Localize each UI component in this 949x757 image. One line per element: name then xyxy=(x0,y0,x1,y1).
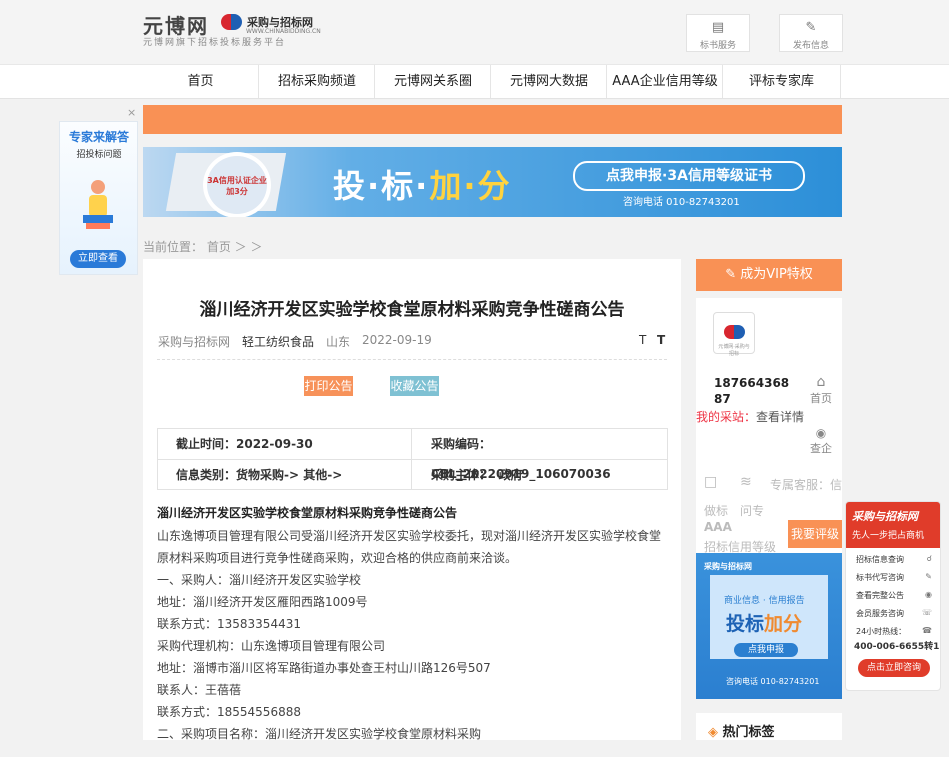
expert-answer-ad[interactable]: 专家来解答 招投标问题 立即查看 xyxy=(59,121,138,275)
left-ad-subtitle: 招投标问题 xyxy=(76,150,122,160)
company-phone: 18766436887 xyxy=(714,376,790,406)
header: 元博网 元博网旗下招标投标服务平台 采购与招标网 WWW.CHINABIDDIN… xyxy=(0,0,949,64)
consult-float-widget[interactable]: 采购与招标网 先人一步把占商机 招标信息查询 ☌ 标书代写咨询 ✎ 查看完整公告 ◉ … xyxy=(845,501,941,691)
body-line: 原材料采购项目进行竞争性磋商采购，欢迎合格的供应商前来洽谈。 xyxy=(157,551,518,565)
bid-write-link[interactable]: 做标 xyxy=(704,502,728,519)
ad-badge: 3A信用认证企业 加3分 xyxy=(207,176,267,196)
body-line: 采购代理机构：山东逸博项目管理有限公司 xyxy=(157,639,386,653)
right-ad-title: 投标加分 xyxy=(726,613,803,635)
exclusive-service[interactable]: 专属客服：信 xyxy=(770,476,842,493)
home-icon: ⌂ xyxy=(816,374,826,390)
ask-expert-link[interactable]: 问专 xyxy=(740,502,764,519)
nav-item-big-data[interactable]: 元博网大数据 xyxy=(490,65,607,98)
hot-tags-title: ◈ 热门标签 xyxy=(708,725,775,740)
folder-icon[interactable]: □ xyxy=(704,474,717,490)
left-ad-title: 专家来解答 xyxy=(68,130,129,144)
pen-icon: ✎ xyxy=(925,572,932,581)
footer-shadow xyxy=(0,740,949,757)
subject-label: 采购主体： xyxy=(431,468,492,482)
site-logo-tagline: 元博网旗下招标投标服务平台 xyxy=(143,38,287,48)
info-table: 截止时间：2022-09-30 采购编码：CBL_20220919_106070… xyxy=(157,428,668,490)
ad-title: 投·标·加·分 xyxy=(333,167,512,205)
body-title: 淄川经济开发区实验学校食堂原材料采购竞争性磋商公告 xyxy=(157,506,458,520)
bid-service-button[interactable]: ▤ 标书服务 xyxy=(686,14,750,52)
body-line: 地址：淄博市淄川区将军路街道办事处查王村山川路126号507 xyxy=(157,661,491,675)
bid-service-label: 标书服务 xyxy=(699,41,736,51)
meta-region[interactable]: 山东 xyxy=(326,333,350,350)
main-nav: 首页 招标采购频道 元博网关系圈 元博网大数据 AAA企业信用等级 评标专家库 xyxy=(0,64,949,99)
body-line: 一、采购人：淄川经济开发区实验学校 xyxy=(157,573,362,587)
float-item-member-service[interactable]: 会员服务咨询 ☏ xyxy=(856,608,938,619)
float-item-bid-write[interactable]: 标书代写咨询 ✎ xyxy=(856,572,938,583)
nav-item-credit-rating[interactable]: AAA企业信用等级 xyxy=(606,65,723,98)
edit-icon: ✎ xyxy=(805,20,817,35)
float-widget-header: 采购与招标网 先人一步把占商机 xyxy=(846,502,940,548)
search-icon: ☌ xyxy=(926,554,932,563)
right-ad-subtitle: 商业信息 · 信用报告 xyxy=(724,596,805,606)
body-line: 地址：淄川经济开发区雁阳西路1009号 xyxy=(157,595,368,609)
phone-icon: ☎ xyxy=(922,626,932,635)
rate-button[interactable]: 我要评级 xyxy=(788,520,842,548)
company-card: 元博网·采购与招标 18766436887 ⌂ 首页 我的采站：查看详情 ◉ 查企 … xyxy=(696,298,842,560)
right-ad-apply-button[interactable]: 点我申报 xyxy=(734,643,798,657)
chinabidding-logo-icon xyxy=(221,12,243,32)
right-ad-logo: 采购与招标网 xyxy=(704,562,752,571)
meta-category[interactable]: 轻工纺织食品 xyxy=(242,333,314,350)
font-large-toggle[interactable]: T xyxy=(657,333,665,347)
company-logo[interactable]: 元博网·采购与招标 xyxy=(713,312,755,357)
check-company-link[interactable]: ◉ 查企 xyxy=(806,426,836,456)
nav-item-relations[interactable]: 元博网关系圈 xyxy=(374,65,491,98)
become-vip-button[interactable]: ✎ 成为VIP特权 xyxy=(696,259,842,291)
nav-item-expert-library[interactable]: 评标专家库 xyxy=(722,65,841,98)
vip-edit-icon: ✎ xyxy=(725,267,741,282)
info-category: 信息类别：货物采购-> 其他-> xyxy=(176,468,343,482)
right-ad-phone: 咨询电话 010-82743201 xyxy=(726,677,820,686)
body-line: 联系人：王蓓蓓 xyxy=(157,683,242,697)
float-hotline-number: 400-006-6655转1 xyxy=(854,642,940,652)
nav-item-bidding-channel[interactable]: 招标采购频道 xyxy=(258,65,375,98)
body-line: 联系方式：18554556888 xyxy=(157,705,301,719)
body-line: 山东逸博项目管理有限公司受淄川经济开发区实验学校委托，现对淄川经济开发区实验学校… xyxy=(157,529,662,543)
article-panel: 淄川经济开发区实验学校食堂原材料采购竞争性磋商公告 采购与招标网 轻工纺织食品 … xyxy=(143,259,681,757)
publish-info-label: 发布信息 xyxy=(792,41,829,51)
float-item-bid-search[interactable]: 招标信息查询 ☌ xyxy=(856,554,938,565)
left-ad-view-button[interactable]: 立即查看 xyxy=(70,250,126,268)
info-row: 信息类别：货物采购-> 其他-> 采购主体： 政府 xyxy=(158,459,667,490)
headset-icon: ☏ xyxy=(921,608,932,617)
person-illustration-icon xyxy=(83,180,113,229)
ad-apply-pill: 点我申报·3A信用等级证书 xyxy=(573,161,805,191)
divider xyxy=(157,359,667,360)
float-item-hotline: 24小时热线： ☎ xyxy=(856,626,932,636)
float-item-full-notice[interactable]: 查看完整公告 ◉ xyxy=(856,590,938,601)
font-small-toggle[interactable]: T xyxy=(639,333,646,347)
tag-icon: ◈ xyxy=(708,725,723,740)
body-line: 联系方式：13583354431 xyxy=(157,617,301,631)
ad-phone: 咨询电话 010-82743201 xyxy=(623,197,740,208)
meta-date: 2022-09-19 xyxy=(362,333,432,347)
nav-item-home[interactable]: 首页 xyxy=(143,65,258,98)
breadcrumb: 当前位置： 首页 ＞ ＞ xyxy=(143,240,263,254)
eye-icon: ◉ xyxy=(925,590,932,599)
left-ad-close-icon[interactable]: × xyxy=(127,106,136,119)
bid-bonus-ad-banner[interactable]: 3A信用认证企业 加3分 投·标·加·分 点我申报·3A信用等级证书 咨询电话 … xyxy=(143,147,842,217)
my-collect[interactable]: 我的采站：查看详情 xyxy=(696,408,804,425)
right-bid-bonus-ad[interactable]: 采购与招标网 商业信息 · 信用报告 投标加分 点我申报 咨询电话 010-82… xyxy=(696,553,842,699)
orange-banner-strip[interactable] xyxy=(143,105,842,134)
page-title: 淄川经济开发区实验学校食堂原材料采购竞争性磋商公告 xyxy=(199,300,625,320)
home-link[interactable]: ⌂ 首页 xyxy=(806,374,836,406)
publish-info-button[interactable]: ✎ 发布信息 xyxy=(779,14,843,52)
subject-value: 政府 xyxy=(498,468,523,482)
rss-icon[interactable]: ≋ xyxy=(740,474,752,490)
deadline: 截止时间：2022-09-30 xyxy=(176,437,313,451)
vip-label: 成为VIP特权 xyxy=(740,267,813,282)
eye-icon: ◉ xyxy=(815,426,827,440)
consult-now-button[interactable]: 点击立即咨询 xyxy=(858,659,930,677)
meta-source[interactable]: 采购与招标网 xyxy=(158,333,230,350)
aaa-label: AAA xyxy=(704,520,732,534)
document-icon: ▤ xyxy=(711,20,725,35)
info-row: 截止时间：2022-09-30 采购编码：CBL_20220919_106070… xyxy=(158,429,667,481)
favorite-button[interactable]: 收藏公告 xyxy=(390,376,439,396)
chinabidding-logo-url: WWW.CHINABIDDING.CN xyxy=(246,28,321,35)
print-button[interactable]: 打印公告 xyxy=(304,376,353,396)
